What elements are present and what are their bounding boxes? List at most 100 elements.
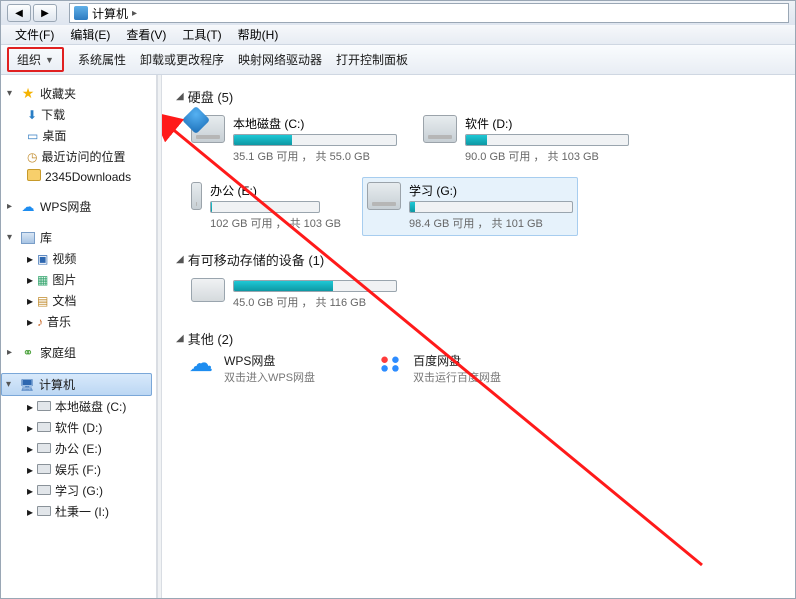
expand-icon: ▸ [27, 400, 33, 414]
desktop-icon: ▭ [27, 129, 38, 143]
back-icon: ◀ [15, 8, 23, 19]
drive-info: 学习 (G:) 98.4 GB 可用 ， 共 101 GB [409, 182, 573, 231]
open-control-panel-link[interactable]: 打开控制面板 [336, 51, 408, 68]
sidebar-label: 文档 [52, 292, 76, 309]
sidebar-item-2345downloads[interactable]: 2345Downloads [5, 167, 152, 186]
sidebar-label: 家庭组 [40, 344, 76, 361]
nav-forward-button[interactable]: ▶ [33, 4, 57, 22]
drive-info: 本地磁盘 (C:) 35.1 GB 可用 ， 共 55.0 GB [233, 115, 397, 164]
homegroup-icon: ⚭ [20, 345, 36, 361]
sidebar-label: 最近访问的位置 [41, 148, 125, 165]
address-bar[interactable]: 计算机 ▸ [69, 3, 789, 23]
section-heading[interactable]: ◢ 其他 (2) [176, 329, 785, 348]
expand-icon: ▸ [27, 463, 33, 477]
section-hard-drives: ◢硬盘 (5) 本地磁盘 (C:) 35.1 GB 可用 ， 共 55.0 GB [162, 75, 795, 238]
usage-fill [410, 202, 415, 212]
nav-back-button[interactable]: ◀ [7, 4, 31, 22]
drive-label: 软件 (D:) [465, 115, 629, 132]
drive-label: 学习 (G:) [409, 182, 573, 199]
drive-c[interactable]: 本地磁盘 (C:) 35.1 GB 可用 ， 共 55.0 GB [186, 110, 402, 169]
video-icon: ▣ [37, 252, 48, 266]
menu-edit[interactable]: 编辑(E) [62, 26, 118, 43]
sidebar-item-drive-d[interactable]: ▸软件 (D:) [5, 417, 152, 438]
sidebar: ▾ ★ 收藏夹 ⬇下载 ▭桌面 ◷最近访问的位置 2345Downloads ▸… [1, 75, 157, 598]
expand-icon: ▸ [7, 347, 16, 358]
other-label: WPS网盘 [224, 352, 315, 369]
sidebar-homegroup-group: ▸ ⚭ 家庭组 [5, 342, 152, 363]
sidebar-item-drive-i[interactable]: ▸杜秉一 (I:) [5, 501, 152, 522]
toolbar: 组织 ▼ 系统属性 卸载或更改程序 映射网络驱动器 打开控制面板 [1, 45, 795, 75]
drive-icon [191, 182, 202, 210]
nav-buttons: ◀ ▶ [1, 4, 63, 22]
sidebar-item-favorites[interactable]: ▾ ★ 收藏夹 [5, 83, 152, 104]
usage-fill [234, 135, 292, 145]
expand-icon: ▸ [27, 273, 33, 287]
drive-e[interactable]: 办公 (E:) 102 GB 可用 ， 共 103 GB [186, 177, 346, 236]
menu-tools[interactable]: 工具(T) [174, 26, 229, 43]
menu-file[interactable]: 文件(F) [7, 26, 62, 43]
section-title: 其他 (2) [188, 329, 234, 348]
expand-icon: ▸ [27, 442, 33, 456]
other-text: 百度网盘 双击运行百度网盘 [413, 352, 501, 385]
uninstall-programs-link[interactable]: 卸载或更改程序 [140, 51, 224, 68]
drive-icon [37, 484, 51, 498]
sidebar-computer-group: ▾ 🖥 计算机 ▸本地磁盘 (C:) ▸软件 (D:) ▸办公 (E:) ▸娱乐… [5, 373, 152, 522]
sidebar-item-drive-g[interactable]: ▸学习 (G:) [5, 480, 152, 501]
collapse-icon: ▾ [7, 232, 16, 243]
sidebar-wps-group: ▸ ☁ WPS网盘 [5, 196, 152, 217]
sidebar-label: 库 [40, 229, 52, 246]
sidebar-item-recent[interactable]: ◷最近访问的位置 [5, 146, 152, 167]
computer-icon: 🖥 [19, 377, 35, 393]
menu-view[interactable]: 查看(V) [118, 26, 174, 43]
sidebar-label: 音乐 [47, 313, 71, 330]
sidebar-item-drive-c[interactable]: ▸本地磁盘 (C:) [5, 396, 152, 417]
sidebar-item-documents[interactable]: ▸▤文档 [5, 290, 152, 311]
sidebar-item-wps[interactable]: ▸ ☁ WPS网盘 [5, 196, 152, 217]
usage-fill [466, 135, 487, 145]
drive-icon [37, 400, 51, 414]
drive-icon [423, 115, 457, 143]
removable-drive[interactable]: 45.0 GB 可用 ， 共 116 GB [186, 273, 402, 315]
expand-icon: ▸ [27, 252, 33, 266]
sidebar-item-videos[interactable]: ▸▣视频 [5, 248, 152, 269]
sidebar-item-homegroup[interactable]: ▸ ⚭ 家庭组 [5, 342, 152, 363]
sidebar-tree: ▾ ★ 收藏夹 ⬇下载 ▭桌面 ◷最近访问的位置 2345Downloads ▸… [1, 75, 156, 540]
drive-icon [37, 463, 51, 477]
sidebar-item-drive-e[interactable]: ▸办公 (E:) [5, 438, 152, 459]
documents-icon: ▤ [37, 294, 48, 308]
drive-info: 软件 (D:) 90.0 GB 可用 ， 共 103 GB [465, 115, 629, 164]
sidebar-label: 娱乐 (F:) [55, 461, 101, 478]
drive-info: 45.0 GB 可用 ， 共 116 GB [233, 278, 397, 310]
drive-g[interactable]: 学习 (G:) 98.4 GB 可用 ， 共 101 GB [362, 177, 578, 236]
menu-help[interactable]: 帮助(H) [230, 26, 287, 43]
section-heading[interactable]: ◢硬盘 (5) [176, 87, 785, 106]
section-heading[interactable]: ◢有可移动存储的设备 (1) [176, 250, 785, 269]
sidebar-label: 杜秉一 (I:) [55, 503, 109, 520]
organize-button[interactable]: 组织 ▼ [7, 47, 64, 72]
collapse-icon: ◢ [176, 333, 184, 344]
sidebar-item-music[interactable]: ▸♪音乐 [5, 311, 152, 332]
drive-label: 办公 (E:) [210, 182, 341, 199]
drives-grid: 本地磁盘 (C:) 35.1 GB 可用 ， 共 55.0 GB 软件 (D:)… [176, 110, 785, 236]
system-properties-link[interactable]: 系统属性 [78, 51, 126, 68]
sidebar-item-libraries[interactable]: ▾ 库 [5, 227, 152, 248]
download-icon: ⬇ [27, 108, 37, 122]
star-icon: ★ [20, 86, 36, 102]
usage-bar [210, 201, 320, 213]
drive-icon [37, 505, 51, 519]
sidebar-item-downloads[interactable]: ⬇下载 [5, 104, 152, 125]
usage-bar [233, 280, 397, 292]
sidebar-item-computer[interactable]: ▾ 🖥 计算机 [1, 373, 152, 396]
drive-d[interactable]: 软件 (D:) 90.0 GB 可用 ， 共 103 GB [418, 110, 634, 169]
other-baidu[interactable]: 百度网盘 双击运行百度网盘 [375, 352, 501, 385]
sidebar-label: WPS网盘 [40, 198, 91, 215]
sidebar-item-pictures[interactable]: ▸▦图片 [5, 269, 152, 290]
sidebar-item-desktop[interactable]: ▭桌面 [5, 125, 152, 146]
map-network-drive-link[interactable]: 映射网络驱动器 [238, 51, 322, 68]
folder-icon [27, 169, 41, 184]
chevron-down-icon: ▼ [45, 55, 54, 65]
music-icon: ♪ [37, 315, 43, 329]
other-wps[interactable]: ☁ WPS网盘 双击进入WPS网盘 [186, 352, 315, 385]
sidebar-item-drive-f[interactable]: ▸ 娱乐 (F:) [5, 459, 152, 480]
baidu-cloud-icon [375, 352, 405, 374]
